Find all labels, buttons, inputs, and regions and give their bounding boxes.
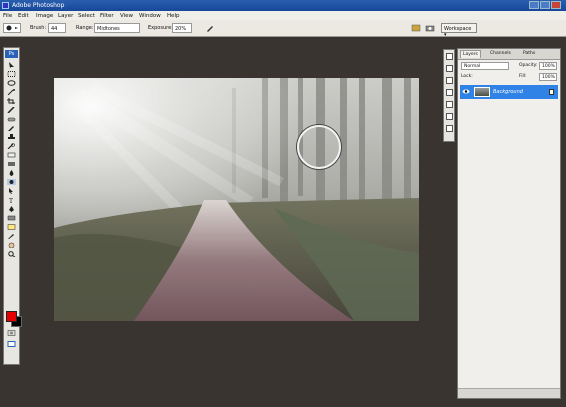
foreground-color-swatch[interactable] [6, 311, 17, 322]
notes-tool-icon[interactable] [7, 224, 16, 230]
gradient-tool-icon[interactable] [7, 161, 16, 167]
svg-text:T: T [9, 198, 13, 203]
shape-tool-icon[interactable] [7, 215, 16, 221]
move-tool-icon[interactable] [7, 62, 16, 68]
window-title: Adobe Photoshop [12, 2, 65, 9]
lock-icon [549, 89, 554, 95]
title-bar: Adobe Photoshop [0, 0, 566, 11]
file-browser-icon[interactable] [411, 23, 421, 33]
lock-label: Lock: [461, 74, 473, 79]
actions-icon[interactable] [446, 113, 453, 120]
brush-size: 44 [51, 26, 58, 32]
slice-tool-icon[interactable] [7, 107, 16, 113]
dodge-tool-icon [6, 25, 18, 31]
exposure-value: 20% [175, 26, 187, 32]
lasso-tool-icon[interactable] [7, 80, 16, 86]
clone-stamp-tool-icon[interactable] [7, 134, 16, 140]
tab-layers[interactable]: Layers [460, 50, 481, 58]
marquee-tool-icon[interactable] [7, 71, 16, 77]
forest-path-photo [54, 78, 419, 321]
bridge-icon[interactable] [425, 23, 435, 33]
airbrush-icon[interactable] [205, 23, 215, 33]
layer-thumbnail [474, 87, 490, 97]
tab-paths[interactable]: Paths [521, 50, 537, 58]
ps-logo: Ps [5, 50, 18, 58]
magic-wand-tool-icon[interactable] [7, 89, 16, 95]
brush-picker[interactable]: 44 [48, 23, 66, 33]
hand-tool-icon[interactable] [7, 242, 16, 248]
options-bar: Brush: 44 Range: Midtones Exposure: 20% … [0, 20, 566, 38]
exposure-label: Exposure: [148, 25, 173, 31]
brush-label: Brush: [30, 25, 47, 31]
maximize-button[interactable] [540, 1, 550, 9]
workspace-label: Workspace [444, 26, 472, 32]
blend-mode-select[interactable]: Normal [461, 62, 509, 70]
crop-tool-icon[interactable] [7, 98, 16, 104]
brush-tool-icon[interactable] [7, 125, 16, 131]
dodge-tool-active-icon[interactable] [7, 179, 16, 185]
panel-bottom-bar [458, 388, 560, 398]
blur-tool-icon[interactable] [7, 170, 16, 176]
tab-channels[interactable]: Channels [488, 50, 513, 58]
workspace-menu-button[interactable]: Workspace ▾ [441, 23, 477, 38]
pen-tool-icon[interactable] [7, 206, 16, 212]
styles-icon[interactable] [446, 89, 453, 96]
opacity-value: 100% [542, 64, 555, 69]
range-select[interactable]: Midtones [94, 23, 140, 33]
opacity-label: Opacity: [519, 63, 538, 68]
tools-panel: Ps T [3, 47, 22, 365]
navigator-icon[interactable] [446, 53, 453, 60]
photoshop-app-icon [2, 2, 9, 9]
panel-tabs: Layers Channels Paths [458, 49, 560, 60]
panel-dock-strip [443, 49, 455, 142]
opacity-field[interactable]: 100% [539, 62, 557, 70]
fill-label: Fill: [519, 74, 527, 79]
menu-window[interactable]: Window [139, 13, 161, 19]
fill-field[interactable]: 100% [539, 73, 557, 81]
range-value: Midtones [97, 26, 120, 32]
color-icon[interactable] [446, 65, 453, 72]
document-canvas[interactable] [54, 78, 419, 321]
menu-edit[interactable]: Edit [18, 13, 29, 19]
zoom-tool-icon[interactable] [7, 251, 16, 257]
range-label: Range: [76, 25, 94, 31]
path-selection-tool-icon[interactable] [7, 188, 16, 194]
menu-filter[interactable]: Filter [100, 13, 114, 19]
menu-layer[interactable]: Layer [58, 13, 73, 19]
menu-help[interactable]: Help [167, 13, 180, 19]
fill-value: 100% [542, 75, 555, 80]
brush-cursor-circle [297, 125, 341, 169]
tool-preset-picker[interactable] [3, 23, 21, 33]
character-icon[interactable] [446, 125, 453, 132]
layers-panel: Layers Channels Paths Normal Opacity: 10… [457, 48, 561, 399]
menu-image[interactable]: Image [36, 13, 53, 19]
close-button[interactable] [551, 1, 561, 9]
type-tool-icon[interactable]: T [7, 197, 16, 203]
swatches-icon[interactable] [446, 77, 453, 84]
layer-name: Background [493, 89, 523, 95]
visibility-eye-icon[interactable] [462, 88, 470, 95]
history-icon[interactable] [446, 101, 453, 108]
menu-select[interactable]: Select [78, 13, 95, 19]
healing-brush-tool-icon[interactable] [7, 116, 16, 122]
exposure-field[interactable]: 20% [172, 23, 192, 33]
layer-row-background[interactable]: Background [460, 85, 558, 99]
menu-file[interactable]: File [3, 13, 12, 19]
menu-view[interactable]: View [120, 13, 133, 19]
history-brush-tool-icon[interactable] [7, 143, 16, 149]
screen-mode-icon[interactable] [7, 341, 16, 347]
blend-mode-value: Normal [464, 64, 481, 69]
quick-mask-mode-icon[interactable] [7, 330, 16, 336]
minimize-button[interactable] [529, 1, 539, 9]
eraser-tool-icon[interactable] [7, 152, 16, 158]
eyedropper-tool-icon[interactable] [7, 233, 16, 239]
